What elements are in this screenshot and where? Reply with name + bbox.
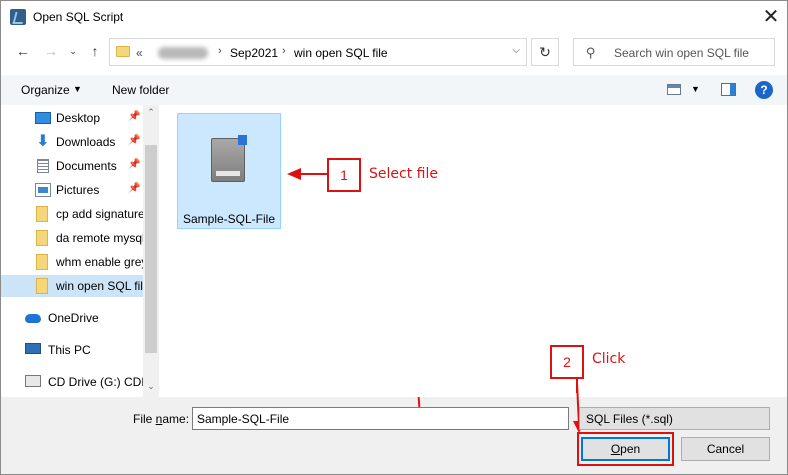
address-dropdown-icon[interactable]: ⌵ [512, 45, 520, 56]
sidebar-item-documents[interactable]: Documents 📌 [1, 155, 143, 177]
preview-pane-icon[interactable] [721, 83, 736, 96]
caret-down-icon[interactable]: ▼ [691, 84, 700, 94]
help-icon[interactable]: ? [755, 81, 773, 99]
sidebar-item-whm-enable-greylisting[interactable]: whm enable greylisting [1, 251, 143, 273]
up-arrow-icon[interactable]: ↑ [85, 41, 105, 61]
pin-icon: 📌 [128, 111, 141, 122]
search-icon: ⚲ [586, 45, 596, 60]
sidebar-item-label: da remote mysql [56, 231, 143, 245]
sidebar-item-da-remote-mysql[interactable]: da remote mysql [1, 227, 143, 249]
file-list: Sample-SQL-File 1 Select file 2 Click [159, 105, 787, 397]
close-icon[interactable]: ✕ [758, 4, 784, 30]
annotation-arrow-line [297, 173, 327, 175]
pictures-icon [35, 183, 51, 197]
pin-icon: 📌 [128, 159, 141, 170]
annotation-click: Click [592, 351, 626, 367]
file-name-label: Sample-SQL-File [182, 212, 276, 226]
file-name-label: File name: [133, 412, 190, 426]
sidebar-item-label: cp add signature [56, 207, 143, 221]
navigation-pane: Desktop 📌 ⬇ Downloads 📌 Documents 📌 Pict… [1, 105, 159, 397]
toolbar: Organize ▼ New folder ▼ ? [1, 75, 787, 106]
nav-scrollbar[interactable]: ⌃ ⌄ [143, 105, 159, 397]
sidebar-item-label: CD Drive (G:) CDROM [48, 375, 143, 389]
recent-locations-chevron-icon[interactable]: ⌄ [63, 41, 83, 61]
file-name-input[interactable]: Sample-SQL-File ⌵ [192, 407, 569, 430]
dialog-footer: File name: Sample-SQL-File ⌵ SQL Files (… [1, 382, 787, 474]
redacted-breadcrumb [158, 47, 208, 59]
breadcrumb-sep2021[interactable]: Sep2021 [230, 46, 278, 60]
address-bar[interactable]: « › Sep2021 › win open SQL file ⌵ [109, 38, 527, 66]
chevron-down-icon[interactable]: ⌵ [586, 412, 763, 423]
pin-icon: 📌 [128, 135, 141, 146]
sidebar-item-downloads[interactable]: ⬇ Downloads 📌 [1, 131, 143, 153]
search-placeholder: Search win open SQL file [614, 46, 749, 60]
desktop-icon [35, 112, 51, 124]
breadcrumb-separator: › [218, 45, 222, 57]
sidebar-item-this-pc[interactable]: This PC [1, 339, 143, 361]
sidebar-item-desktop[interactable]: Desktop 📌 [1, 107, 143, 129]
chevron-down-icon[interactable]: ⌵ [197, 412, 564, 423]
caret-down-icon[interactable]: ▼ [73, 84, 82, 94]
annotation-arrow-line [417, 396, 421, 408]
new-folder-button[interactable]: New folder [112, 83, 169, 97]
mysql-workbench-icon [10, 9, 26, 25]
documents-icon [37, 159, 49, 173]
change-view-icon[interactable] [667, 84, 681, 95]
back-arrow-icon[interactable]: ← [13, 41, 33, 61]
file-type-select[interactable]: SQL Files (*.sql) ⌵ [579, 407, 770, 430]
folder-icon [36, 230, 48, 246]
window-title: Open SQL Script [33, 10, 124, 24]
sidebar-item-label: win open SQL file [56, 279, 143, 293]
search-input[interactable]: ⚲ Search win open SQL file [573, 38, 775, 66]
annotation-select-file: Select file [369, 166, 438, 182]
sidebar-item-label: whm enable greylisting [56, 255, 143, 269]
sidebar-item-pictures[interactable]: Pictures 📌 [1, 179, 143, 201]
onedrive-icon [25, 314, 41, 323]
scrollbar-thumb[interactable] [145, 145, 157, 353]
download-icon: ⬇ [36, 133, 50, 150]
folder-icon [116, 46, 130, 57]
sidebar-item-cp-add-signature[interactable]: cp add signature [1, 203, 143, 225]
sidebar-item-cd-drive[interactable]: CD Drive (G:) CDROM [1, 371, 143, 393]
pin-icon: 📌 [128, 183, 141, 194]
sidebar-item-label: This PC [48, 343, 91, 357]
scroll-up-icon[interactable]: ⌃ [143, 107, 159, 118]
sidebar-item-win-open-sql-file[interactable]: win open SQL file [1, 275, 143, 297]
annotation-step-1: 1 [327, 158, 361, 192]
refresh-icon[interactable]: ↻ [531, 38, 559, 66]
cancel-button[interactable]: Cancel [681, 437, 770, 461]
annotation-step-2: 2 [550, 345, 584, 379]
computer-icon [25, 343, 41, 354]
sql-file-icon [211, 135, 247, 182]
forward-arrow-icon[interactable]: → [41, 41, 61, 61]
open-sql-script-dialog: Open SQL Script ✕ ← → ⌄ ↑ « › Sep2021 › … [0, 0, 788, 475]
organize-button[interactable]: Organize [21, 83, 70, 97]
sidebar-item-label: OneDrive [48, 311, 99, 325]
folder-icon [36, 206, 48, 222]
title-bar: Open SQL Script ✕ [1, 1, 787, 33]
file-item-sample-sql-file[interactable]: Sample-SQL-File [177, 113, 281, 229]
breadcrumb-root[interactable]: « [136, 46, 143, 60]
sidebar-item-onedrive[interactable]: OneDrive [1, 307, 143, 329]
folder-icon [36, 254, 48, 270]
breadcrumb-current-folder[interactable]: win open SQL file [294, 46, 388, 60]
breadcrumb-separator: › [282, 45, 286, 57]
annotation-highlight-box [577, 432, 674, 466]
scroll-down-icon[interactable]: ⌄ [143, 381, 159, 392]
cd-drive-icon [25, 375, 41, 387]
annotation-arrowhead-icon [287, 168, 301, 180]
folder-icon [36, 278, 48, 294]
